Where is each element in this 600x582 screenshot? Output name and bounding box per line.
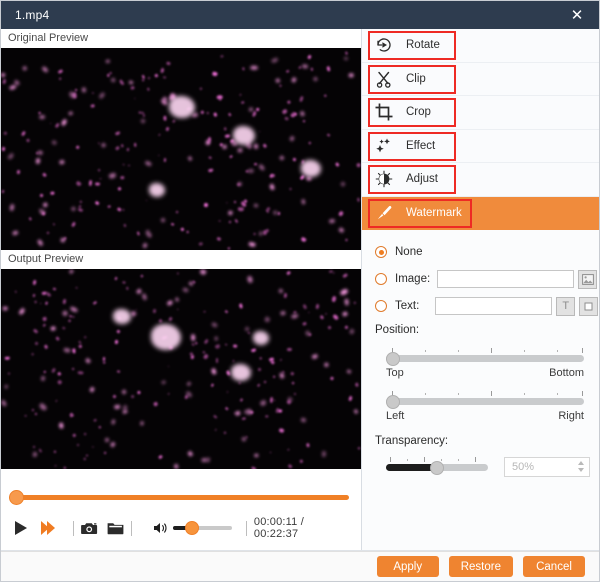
original-preview-label: Original Preview (1, 29, 361, 48)
label-right: Right (558, 410, 584, 422)
spinner-arrows[interactable] (578, 461, 584, 472)
restore-button[interactable]: Restore (449, 556, 513, 577)
transparency-fill (386, 464, 434, 471)
radio-text-label: Text: (395, 300, 419, 312)
tool-rotate[interactable]: Rotate (362, 29, 599, 63)
tick-marks (386, 391, 584, 398)
transparency-row: 50% (386, 457, 599, 477)
transparency-knob[interactable] (430, 461, 444, 475)
tool-label: Adjust (406, 173, 438, 185)
output-preview-video (1, 269, 361, 469)
transparency-label: Transparency: (375, 435, 599, 447)
tool-label: Watermark (406, 207, 462, 219)
radio-image-label: Image: (395, 273, 430, 285)
sparkle-icon (374, 136, 394, 156)
tool-crop[interactable]: Crop (362, 96, 599, 130)
crop-icon (374, 102, 394, 122)
transparency-value: 50% (505, 461, 534, 473)
play-icon[interactable] (15, 521, 27, 535)
tool-adjust[interactable]: Adjust (362, 163, 599, 197)
divider (246, 521, 247, 536)
image-path-input[interactable] (437, 270, 574, 288)
title-bar: 1.mp4 ✕ (1, 1, 599, 29)
watermark-options: None Image: Text: T (362, 230, 599, 477)
transparency-spinner[interactable]: 50% (504, 457, 590, 477)
color-button[interactable] (579, 297, 598, 316)
radio-none[interactable] (375, 246, 387, 258)
original-preview-video (1, 48, 361, 250)
tool-label: Clip (406, 73, 426, 85)
divider (73, 521, 74, 536)
tools-panel: Rotate Clip Crop (361, 29, 599, 553)
vertical-position-slider[interactable] (386, 355, 584, 362)
tool-clip[interactable]: Clip (362, 63, 599, 97)
font-button[interactable]: T (556, 297, 575, 316)
label-top: Top (386, 367, 404, 379)
timecode-label: 00:00:11 / 00:22:37 (254, 516, 347, 540)
horizontal-position-slider-group: Left Right (386, 391, 584, 422)
seek-knob[interactable] (9, 490, 24, 505)
vertical-position-slider-group: Top Bottom (386, 348, 584, 379)
scissors-icon (374, 69, 394, 89)
transport-bar: 00:00:11 / 00:22:37 (1, 481, 361, 553)
vertical-position-labels: Top Bottom (386, 367, 584, 379)
horizontal-position-labels: Left Right (386, 410, 584, 422)
output-preview-label: Output Preview (1, 250, 361, 269)
radio-text[interactable] (375, 300, 387, 312)
tool-watermark[interactable]: Watermark (362, 197, 599, 231)
watermark-text-input[interactable] (435, 297, 552, 315)
label-left: Left (386, 410, 404, 422)
tool-label: Effect (406, 140, 435, 152)
label-bottom: Bottom (549, 367, 584, 379)
apply-button[interactable]: Apply (377, 556, 439, 577)
window-title: 1.mp4 (1, 8, 49, 22)
seek-slider[interactable] (14, 495, 349, 500)
brush-icon (374, 203, 394, 223)
volume-slider[interactable] (173, 526, 232, 530)
picture-icon[interactable] (578, 270, 597, 289)
divider (131, 521, 132, 536)
radio-none-label: None (395, 246, 423, 258)
radio-image[interactable] (375, 273, 387, 285)
vertical-position-knob[interactable] (386, 352, 400, 366)
tool-label: Rotate (406, 39, 440, 51)
rotate-icon (374, 35, 394, 55)
tool-effect[interactable]: Effect (362, 130, 599, 164)
watermark-mode-text[interactable]: Text: T (375, 295, 599, 317)
folder-icon[interactable] (107, 521, 124, 535)
horizontal-position-slider[interactable] (386, 398, 584, 405)
volume-icon[interactable] (153, 521, 171, 535)
watermark-mode-none[interactable]: None (375, 241, 599, 263)
horizontal-position-knob[interactable] (386, 395, 400, 409)
tick-marks (386, 348, 584, 355)
position-label: Position: (375, 324, 599, 336)
cancel-button[interactable]: Cancel (523, 556, 585, 577)
playback-controls: 00:00:11 / 00:22:37 (1, 513, 361, 543)
chevron-up-icon[interactable] (578, 461, 584, 465)
chevron-down-icon[interactable] (578, 468, 584, 472)
brightness-icon (374, 169, 394, 189)
close-icon[interactable]: ✕ (555, 1, 599, 29)
transparency-slider[interactable] (386, 464, 488, 471)
tool-label: Crop (406, 106, 431, 118)
dialog-footer: Apply Restore Cancel (1, 551, 599, 581)
preview-column: Original Preview Output Preview (1, 29, 361, 553)
watermark-mode-image[interactable]: Image: (375, 268, 599, 290)
fast-forward-icon[interactable] (41, 521, 55, 535)
watermark-editor-dialog: 1.mp4 ✕ Original Preview Output Preview (0, 0, 600, 582)
camera-icon[interactable] (81, 521, 98, 535)
volume-knob[interactable] (185, 521, 199, 535)
